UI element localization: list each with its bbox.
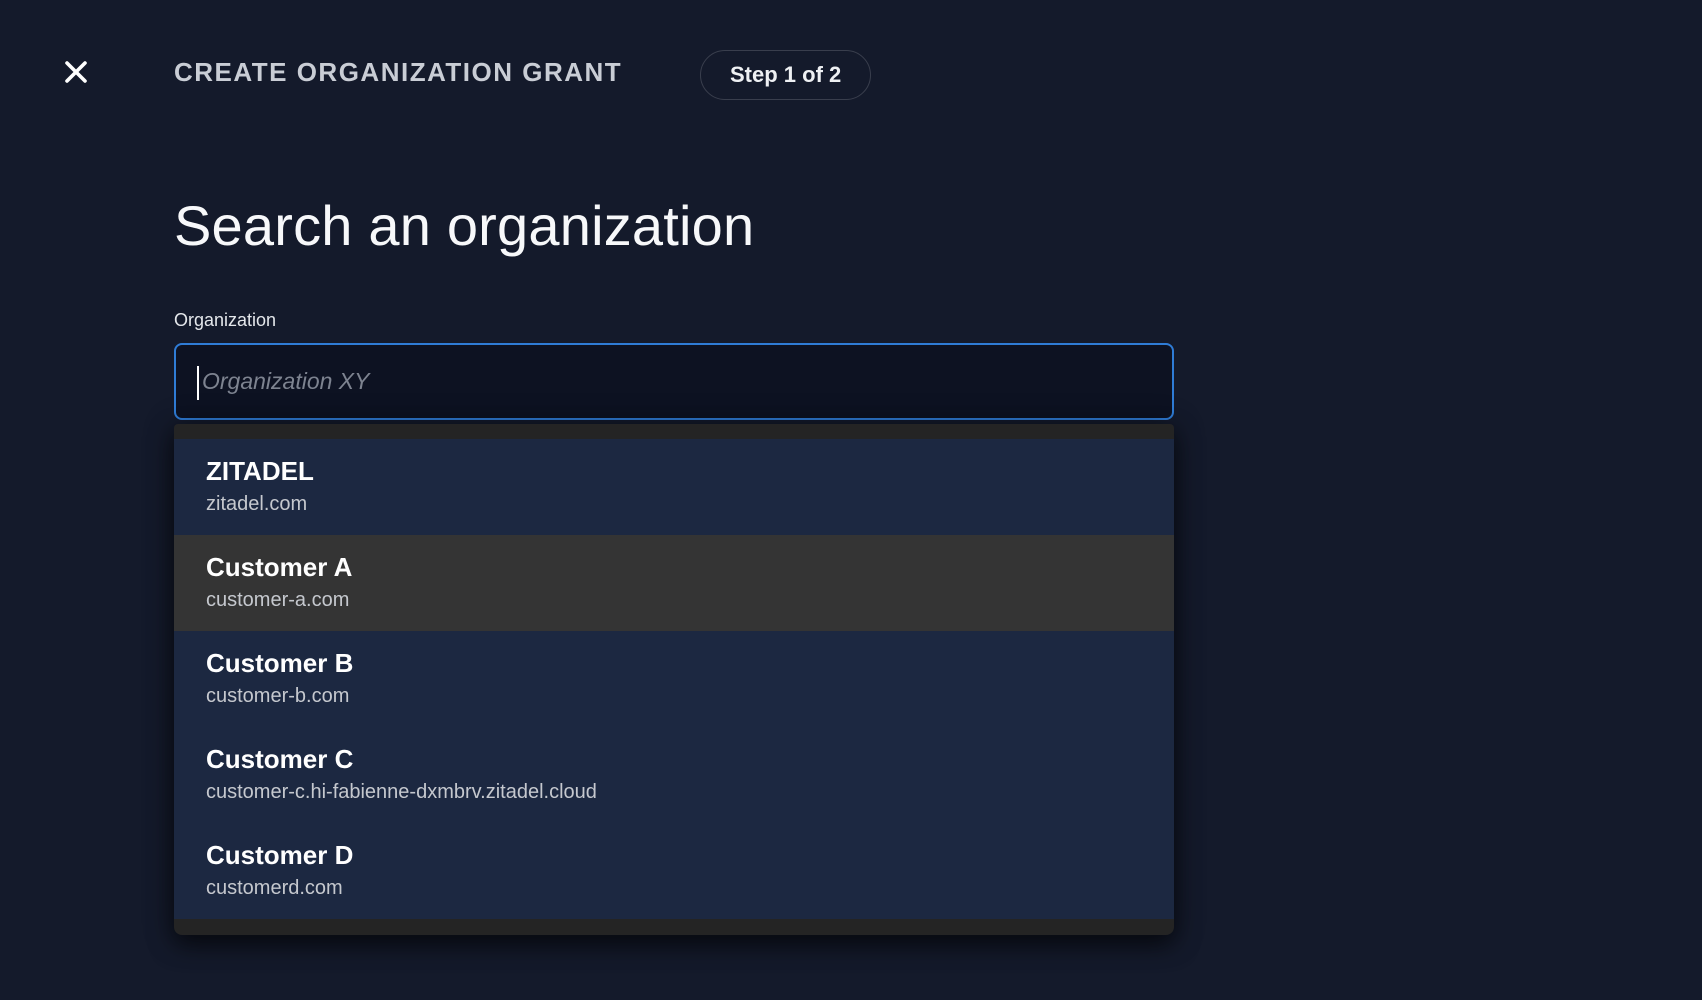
organization-option-name: Customer D xyxy=(206,837,1142,874)
organization-field-label: Organization xyxy=(174,308,276,332)
organization-option-domain: customer-b.com xyxy=(206,682,1142,711)
close-button[interactable] xyxy=(56,52,96,92)
organization-option-domain: customer-c.hi-fabienne-dxmbrv.zitadel.cl… xyxy=(206,778,1142,807)
organization-option-name: Customer A xyxy=(206,549,1142,586)
step-badge: Step 1 of 2 xyxy=(700,50,871,100)
organization-option[interactable]: Customer B customer-b.com xyxy=(174,631,1174,727)
organization-option-name: ZITADEL xyxy=(206,453,1142,490)
dialog-title: CREATE ORGANIZATION GRANT xyxy=(174,56,622,88)
organization-option-name: Customer B xyxy=(206,645,1142,682)
organization-autocomplete-panel: ZITADEL zitadel.com Customer A customer-… xyxy=(174,424,1174,935)
organization-search-field xyxy=(174,343,1174,420)
close-icon xyxy=(60,56,92,88)
organization-option[interactable]: Customer C customer-c.hi-fabienne-dxmbrv… xyxy=(174,727,1174,823)
organization-search-input[interactable] xyxy=(176,345,1172,418)
organization-option-domain: zitadel.com xyxy=(206,490,1142,519)
organization-option[interactable]: Customer A customer-a.com xyxy=(174,535,1174,631)
organization-option[interactable]: Customer D customerd.com xyxy=(174,823,1174,919)
organization-option[interactable]: ZITADEL zitadel.com xyxy=(174,439,1174,535)
organization-option-domain: customer-a.com xyxy=(206,586,1142,615)
organization-option-name: Customer C xyxy=(206,741,1142,778)
text-cursor xyxy=(197,366,199,400)
organization-option-domain: customerd.com xyxy=(206,874,1142,903)
page-title: Search an organization xyxy=(174,192,754,260)
create-organization-grant-dialog: { "colors": { "page_bg": "#141a2b", "acc… xyxy=(0,0,1702,1000)
